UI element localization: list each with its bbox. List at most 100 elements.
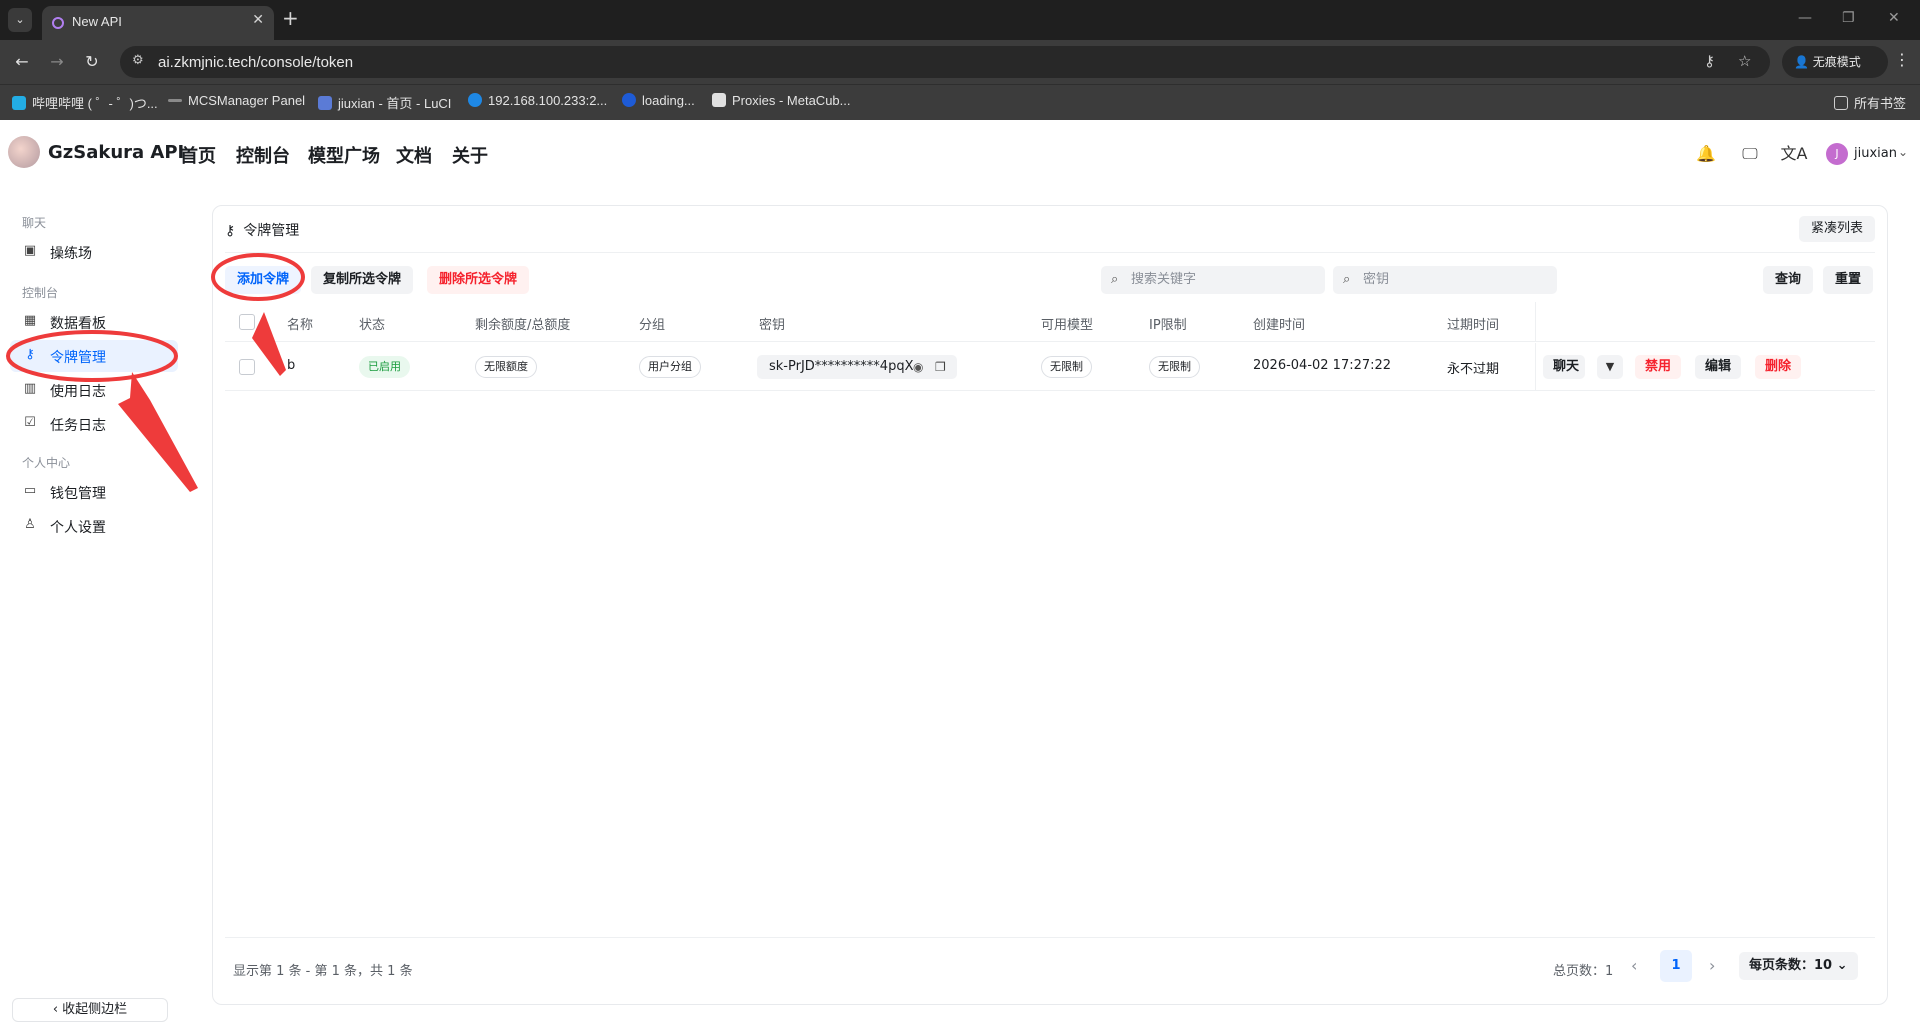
chevron-down-icon: ⌄ — [1832, 958, 1848, 973]
close-window-icon[interactable]: ✕ — [1888, 10, 1900, 26]
models-tag: 无限制 — [1041, 356, 1092, 378]
new-tab-icon[interactable]: + — [282, 6, 299, 30]
avatar: J — [1826, 143, 1848, 165]
chevron-down-icon: ⌄ — [1898, 145, 1909, 159]
password-key-icon[interactable]: ⚷ — [1704, 52, 1715, 70]
edit-button[interactable]: 编辑 — [1695, 355, 1742, 379]
sidebar-item-label: 个人设置 — [50, 520, 106, 536]
browser-menu-icon[interactable]: ⋮ — [1894, 50, 1910, 69]
sidebar-item-settings[interactable]: ♙ 个人设置 — [10, 510, 178, 542]
column-header[interactable]: 名称 — [287, 314, 313, 333]
column-header[interactable]: 分组 — [639, 314, 665, 333]
column-separator — [1535, 302, 1536, 342]
column-header[interactable]: 创建时间 — [1253, 314, 1305, 333]
copy-selected-button[interactable]: 复制所选令牌 — [311, 266, 414, 294]
nav-docs[interactable]: 文档 — [396, 142, 432, 168]
delete-selected-button[interactable]: 删除所选令牌 — [427, 266, 530, 294]
delete-button[interactable]: 删除 — [1755, 355, 1802, 379]
back-icon[interactable]: ← — [10, 50, 34, 74]
bookmarks-bar: 哔哩哔哩 ( ゜- ゜)つ... MCSManager Panel jiuxia… — [0, 84, 1920, 120]
column-separator — [1535, 343, 1536, 391]
restore-icon[interactable]: ❐ — [1842, 10, 1855, 26]
sidebar-section-console: 控制台 — [22, 286, 59, 300]
search-icon: ⌕ — [1343, 272, 1351, 287]
select-all-checkbox[interactable] — [239, 314, 255, 330]
copy-icon[interactable]: ❐ — [935, 355, 946, 379]
notification-bell-icon[interactable]: 🔔 — [1692, 140, 1720, 168]
sidebar-item-playground[interactable]: ▣ 操练场 — [10, 236, 178, 268]
sidebar-item-token-management[interactable]: ⚷ 令牌管理 — [10, 340, 178, 372]
display-monitor-icon[interactable]: 🖵 — [1736, 140, 1764, 168]
chat-dropdown-icon[interactable]: ▼ — [1597, 355, 1623, 379]
divider — [225, 937, 1875, 938]
incognito-badge[interactable]: 👤 无痕模式 — [1782, 46, 1888, 78]
incognito-label: 无痕模式 — [1812, 55, 1861, 69]
metacubex-icon — [712, 93, 726, 107]
bookmark-item[interactable]: Proxies - MetaCub... — [712, 93, 851, 108]
luci-icon — [318, 96, 332, 110]
row-checkbox[interactable] — [239, 359, 255, 375]
bookmark-item[interactable]: jiuxian - 首页 - LuCI — [318, 93, 451, 112]
address-bar[interactable]: ⚙ ai.zkmjnic.tech/console/token ⚷ ☆ — [120, 46, 1770, 78]
url-text[interactable]: ai.zkmjnic.tech/console/token — [158, 54, 353, 71]
translate-icon[interactable]: 文A — [1780, 140, 1808, 168]
query-button[interactable]: 查询 — [1763, 266, 1814, 294]
nav-model-market[interactable]: 模型广场 — [308, 142, 380, 168]
nav-about[interactable]: 关于 — [452, 142, 488, 168]
bookmark-item[interactable]: 192.168.100.233:2... — [468, 93, 607, 108]
column-header[interactable]: 密钥 — [759, 314, 785, 333]
expire-time: 永不过期 — [1447, 362, 1500, 377]
all-bookmarks[interactable]: 所有书签 — [1834, 93, 1906, 112]
chat-button[interactable]: 聊天 — [1543, 355, 1586, 379]
token-management-card: ⚷ 令牌管理 紧凑列表 添加令牌 复制所选令牌 删除所选令牌 ⌕ 搜索关键字 ⌕ 密钥… — [212, 205, 1888, 1005]
bookmark-item[interactable]: 哔哩哔哩 ( ゜- ゜)つ... — [12, 93, 158, 112]
bookmark-item[interactable]: loading... — [622, 93, 695, 108]
page-number[interactable]: 1 — [1660, 950, 1692, 982]
key-search-input[interactable]: ⌕ 密钥 — [1333, 266, 1557, 294]
sidebar-item-usage-logs[interactable]: ▥ 使用日志 — [10, 374, 178, 406]
disable-button[interactable]: 禁用 — [1635, 355, 1682, 379]
tab-search-icon[interactable]: ⌄ — [8, 8, 32, 32]
next-page-icon[interactable]: › — [1709, 956, 1715, 975]
bookmark-item[interactable]: MCSManager Panel — [168, 93, 305, 108]
token-key-field[interactable]: sk-PrJD**********4pqX ◉ ❐ — [757, 355, 957, 379]
sidebar: 聊天 ▣ 操练场 控制台 ▦ 数据看板 ⚷ 令牌管理 ▥ 使用日志 ☑ 任务日志… — [0, 184, 200, 1032]
nav-home[interactable]: 首页 — [180, 142, 216, 168]
minimize-icon[interactable]: — — [1798, 10, 1812, 26]
sidebar-item-wallet[interactable]: ▭ 钱包管理 — [10, 476, 178, 508]
keyword-search-input[interactable]: ⌕ 搜索关键字 — [1101, 266, 1325, 294]
column-header[interactable]: 状态 — [359, 314, 385, 333]
browser-tabstrip: ⌄ New API ✕ + — ❐ ✕ — [0, 0, 1920, 40]
tab-favicon-icon — [52, 17, 64, 29]
search-icon: ⌕ — [1111, 272, 1119, 287]
page-size-select[interactable]: 每页条数：10 ⌄ — [1739, 952, 1858, 980]
nav-console[interactable]: 控制台 — [236, 142, 290, 168]
brand-logo[interactable] — [8, 136, 40, 168]
loading-icon — [622, 93, 636, 107]
sidebar-item-dashboard[interactable]: ▦ 数据看板 — [10, 306, 178, 338]
collapse-sidebar-button[interactable]: ‹ 收起侧边栏 — [12, 998, 168, 1022]
wallet-icon: ▭ — [23, 483, 37, 498]
tab-close-icon[interactable]: ✕ — [252, 12, 264, 28]
compact-list-button[interactable]: 紧凑列表 — [1798, 216, 1875, 242]
eye-icon[interactable]: ◉ — [913, 355, 923, 379]
sidebar-item-label: 任务日志 — [50, 418, 106, 434]
brand-name[interactable]: GzSakura API — [48, 142, 184, 163]
reload-icon[interactable]: ↻ — [80, 50, 104, 74]
sidebar-section-personal: 个人中心 — [22, 456, 71, 470]
sidebar-item-task-logs[interactable]: ☑ 任务日志 — [10, 408, 178, 440]
column-header[interactable]: IP限制 — [1149, 314, 1187, 333]
user-menu[interactable]: J jiuxian ⌄ — [1824, 139, 1912, 169]
bookmark-star-icon[interactable]: ☆ — [1738, 52, 1751, 70]
chevron-left-icon: ‹ — [52, 1002, 63, 1017]
prev-page-icon[interactable]: ‹ — [1631, 956, 1637, 975]
forward-icon[interactable]: → — [45, 50, 69, 74]
column-header[interactable]: 可用模型 — [1041, 314, 1093, 333]
reset-button[interactable]: 重置 — [1823, 266, 1874, 294]
group-tag: 用户分组 — [639, 356, 701, 378]
column-header[interactable]: 过期时间 — [1447, 314, 1499, 333]
add-token-button[interactable]: 添加令牌 — [225, 266, 302, 294]
browser-tab[interactable]: New API ✕ — [42, 6, 274, 40]
site-info-icon[interactable]: ⚙ — [132, 53, 144, 68]
column-header[interactable]: 剩余额度/总额度 — [475, 314, 570, 333]
